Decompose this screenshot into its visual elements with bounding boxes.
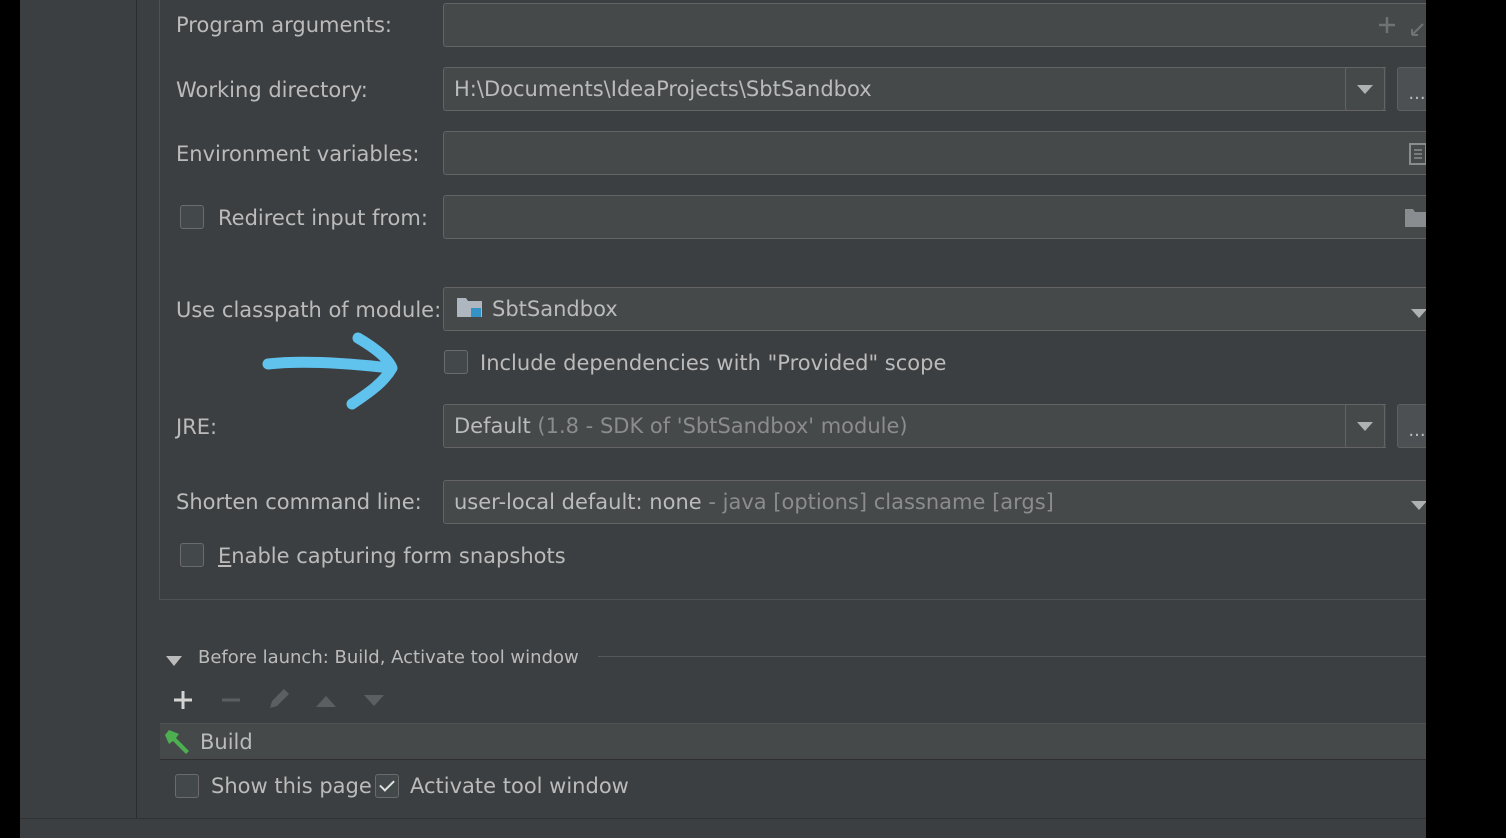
shorten-command-line-label: Shorten command line:: [176, 490, 422, 514]
shorten-command-line-select[interactable]: user-local default: none - java [options…: [443, 480, 1426, 524]
include-provided-label: Include dependencies with "Provided" sco…: [480, 351, 947, 375]
chevron-down-icon[interactable]: [1411, 304, 1426, 323]
working-directory-input[interactable]: H:\Documents\IdeaProjects\SbtSandbox: [443, 67, 1386, 111]
redirect-input-field[interactable]: [443, 195, 1426, 239]
show-this-page-checkbox[interactable]: [175, 774, 199, 798]
working-directory-browse-button[interactable]: ...: [1397, 67, 1426, 111]
module-icon: [456, 295, 484, 324]
move-down-icon[interactable]: [363, 693, 385, 712]
classpath-module-label: Use classpath of module:: [176, 298, 442, 322]
environment-variables-input[interactable]: [443, 131, 1426, 175]
hammer-icon: [163, 727, 193, 759]
section-divider: [598, 656, 1426, 657]
collapse-triangle-icon[interactable]: [166, 652, 182, 671]
chevron-down-icon: [1357, 421, 1373, 431]
show-this-page-label: Show this page: [211, 774, 372, 798]
redirect-input-checkbox[interactable]: [180, 205, 204, 229]
program-arguments-input[interactable]: [443, 3, 1426, 47]
before-launch-task-build[interactable]: [160, 723, 1426, 760]
remove-icon[interactable]: [220, 689, 242, 715]
before-launch-title: Before launch: Build, Activate tool wind…: [198, 647, 579, 668]
edit-environment-icon[interactable]: [1408, 142, 1426, 170]
status-strip: [20, 818, 1426, 838]
jre-input[interactable]: Default (1.8 - SDK of 'SbtSandbox' modul…: [443, 404, 1386, 448]
folder-icon[interactable]: [1404, 206, 1426, 232]
chevron-down-icon[interactable]: [1411, 496, 1426, 515]
add-argument-icon[interactable]: [1376, 14, 1398, 40]
redirect-input-label: Redirect input from:: [218, 206, 428, 230]
jre-browse-button[interactable]: ...: [1397, 404, 1426, 448]
classpath-module-select[interactable]: SbtSandbox: [443, 287, 1426, 331]
edit-pencil-icon[interactable]: [266, 686, 292, 716]
add-icon[interactable]: [172, 689, 194, 715]
activate-tool-window-checkbox[interactable]: [375, 774, 399, 798]
expand-icon[interactable]: [1409, 18, 1425, 42]
run-configuration-dialog: Program arguments: Working directory: H:…: [20, 0, 1426, 838]
program-arguments-label: Program arguments:: [176, 13, 392, 37]
activate-tool-window-label: Activate tool window: [410, 774, 629, 798]
annotation-arrow-icon: [260, 330, 405, 419]
capture-snapshots-checkbox[interactable]: [180, 543, 204, 567]
move-up-icon[interactable]: [315, 693, 337, 712]
capture-snapshots-label: Enable capturing form snapshots: [218, 544, 566, 568]
environment-variables-label: Environment variables:: [176, 142, 420, 166]
include-provided-checkbox[interactable]: [444, 350, 468, 374]
chevron-down-icon: [1357, 84, 1373, 94]
working-directory-dropdown-button[interactable]: [1345, 67, 1385, 111]
working-directory-label: Working directory:: [176, 78, 368, 102]
configurations-tree-panel: [20, 0, 137, 818]
jre-dropdown-button[interactable]: [1345, 404, 1385, 448]
build-task-label: Build: [200, 730, 253, 754]
jre-label: JRE:: [176, 415, 218, 439]
